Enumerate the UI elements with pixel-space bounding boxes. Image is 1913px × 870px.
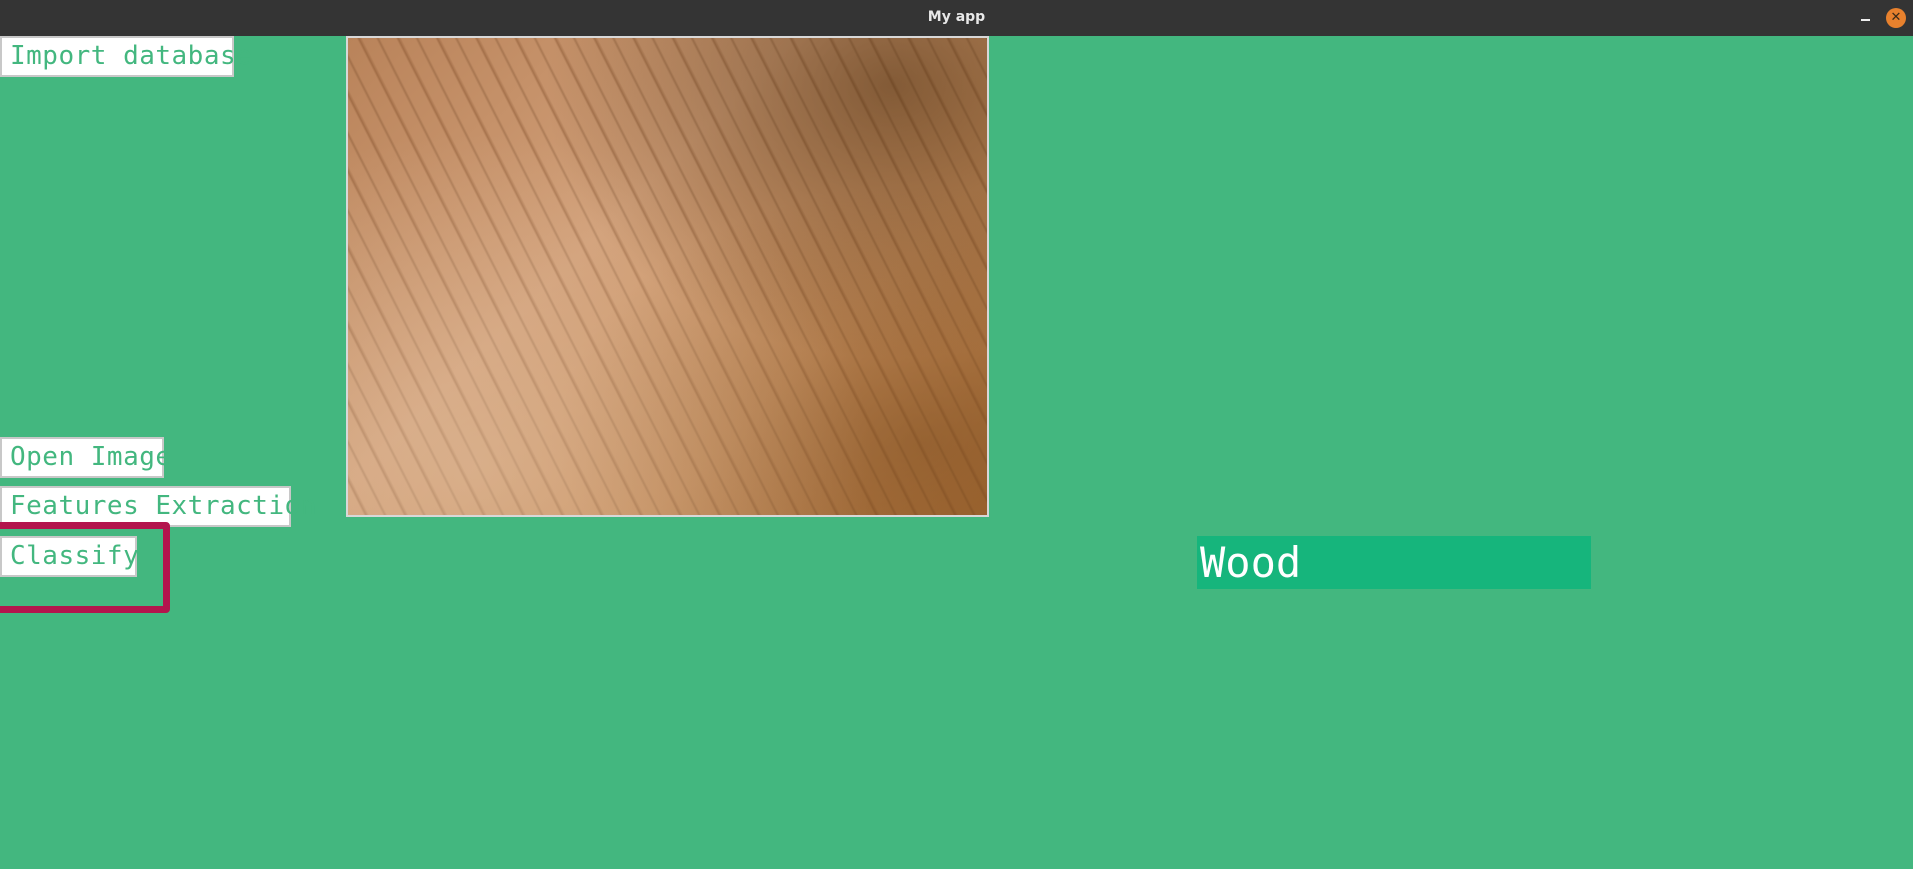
image-preview (346, 36, 989, 517)
app-window: Import database Open Image Features Extr… (0, 36, 1913, 869)
close-icon[interactable]: ✕ (1886, 8, 1906, 28)
window-title: My app (927, 9, 986, 25)
features-extraction-button[interactable]: Features Extraction (0, 486, 316, 527)
classification-result: Wood (1197, 536, 1591, 589)
open-image-button[interactable]: Open Image (0, 437, 171, 478)
import-database-button[interactable]: Import database (0, 36, 252, 77)
title-bar: My app ✕ (0, 0, 1913, 36)
classify-highlight (0, 522, 170, 613)
wood-image (348, 38, 987, 515)
minimize-icon[interactable] (1856, 8, 1876, 28)
